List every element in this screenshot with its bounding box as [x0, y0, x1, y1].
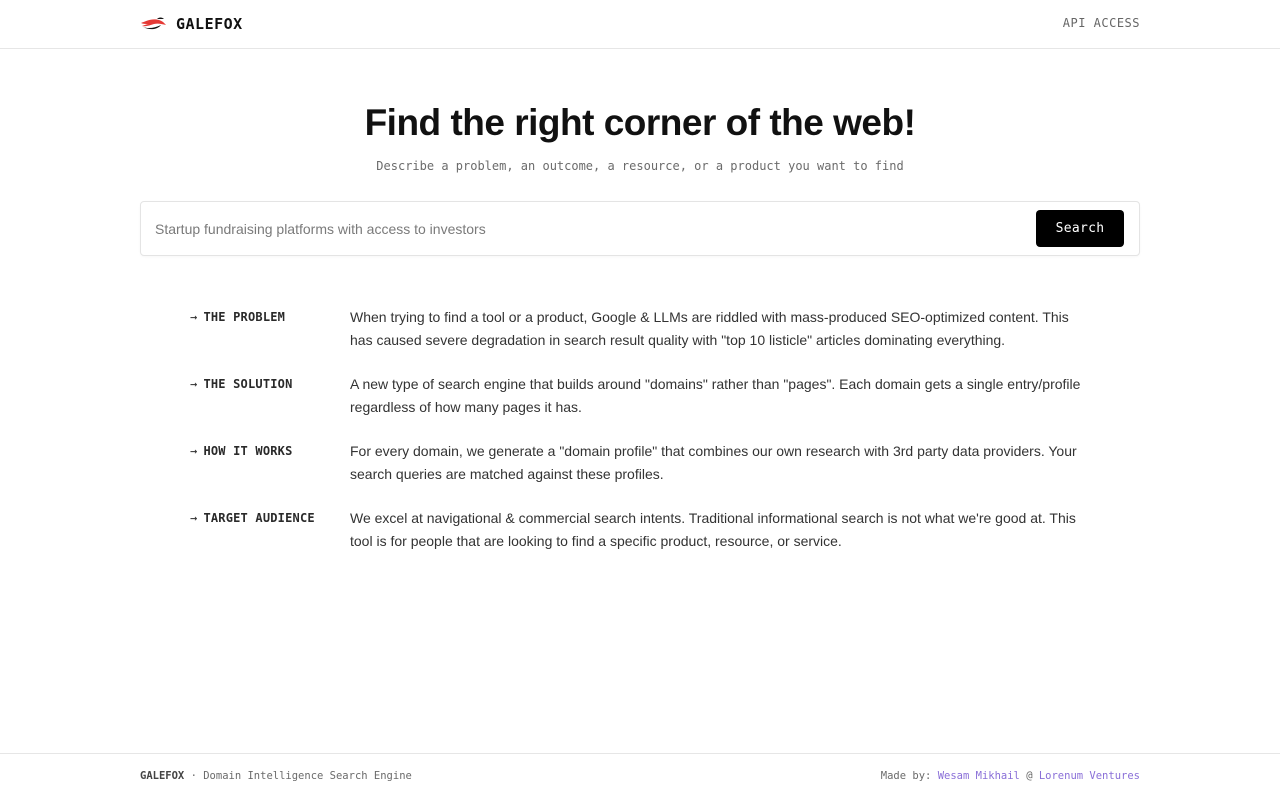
info-label: THE SOLUTION [203, 377, 293, 391]
info-section: → THE PROBLEM When trying to find a tool… [190, 306, 1090, 574]
info-row-how-it-works: → HOW IT WORKS For every domain, we gene… [190, 440, 1090, 507]
page-title: Find the right corner of the web! [364, 102, 916, 143]
footer-at: @ [1019, 770, 1039, 782]
brand-logo-link[interactable]: GALEFOX [140, 13, 243, 35]
page-footer: GALEFOX · Domain Intelligence Search Eng… [0, 753, 1280, 800]
info-label: HOW IT WORKS [203, 444, 293, 458]
info-row-solution: → THE SOLUTION A new type of search engi… [190, 373, 1090, 440]
info-text: We excel at navigational & commercial se… [350, 510, 1076, 549]
footer-left: GALEFOX · Domain Intelligence Search Eng… [140, 770, 412, 782]
footer-tagline: Domain Intelligence Search Engine [203, 770, 412, 782]
info-row-target-audience: → TARGET AUDIENCE We excel at navigation… [190, 507, 1090, 574]
footer-credits: Made by: Wesam Mikhail @ Lorenum Venture… [881, 770, 1140, 782]
arrow-right-icon: → [190, 444, 198, 458]
search-button[interactable]: Search [1036, 210, 1124, 247]
author-link[interactable]: Wesam Mikhail [938, 770, 1020, 782]
company-link[interactable]: Lorenum Ventures [1039, 770, 1140, 782]
fox-tail-logo-icon [140, 16, 167, 32]
footer-separator: · [184, 770, 204, 782]
arrow-right-icon: → [190, 310, 198, 324]
search-input[interactable] [155, 214, 1015, 244]
made-by-label: Made by: [880, 770, 938, 782]
api-access-link[interactable]: API ACCESS [1063, 16, 1140, 30]
top-header: GALEFOX API ACCESS [0, 0, 1280, 49]
arrow-right-icon: → [190, 377, 198, 391]
footer-brand: GALEFOX [140, 770, 185, 782]
info-label: THE PROBLEM [203, 310, 286, 324]
info-row-problem: → THE PROBLEM When trying to find a tool… [190, 306, 1090, 373]
info-label: TARGET AUDIENCE [203, 511, 315, 525]
brand-name: GALEFOX [176, 15, 243, 33]
page-subtitle: Describe a problem, an outcome, a resour… [376, 159, 904, 173]
info-text: When trying to find a tool or a product,… [350, 309, 1069, 348]
search-bar: Search [140, 201, 1140, 256]
arrow-right-icon: → [190, 511, 198, 525]
info-text: For every domain, we generate a "domain … [350, 443, 1077, 482]
info-text: A new type of search engine that builds … [350, 376, 1081, 415]
